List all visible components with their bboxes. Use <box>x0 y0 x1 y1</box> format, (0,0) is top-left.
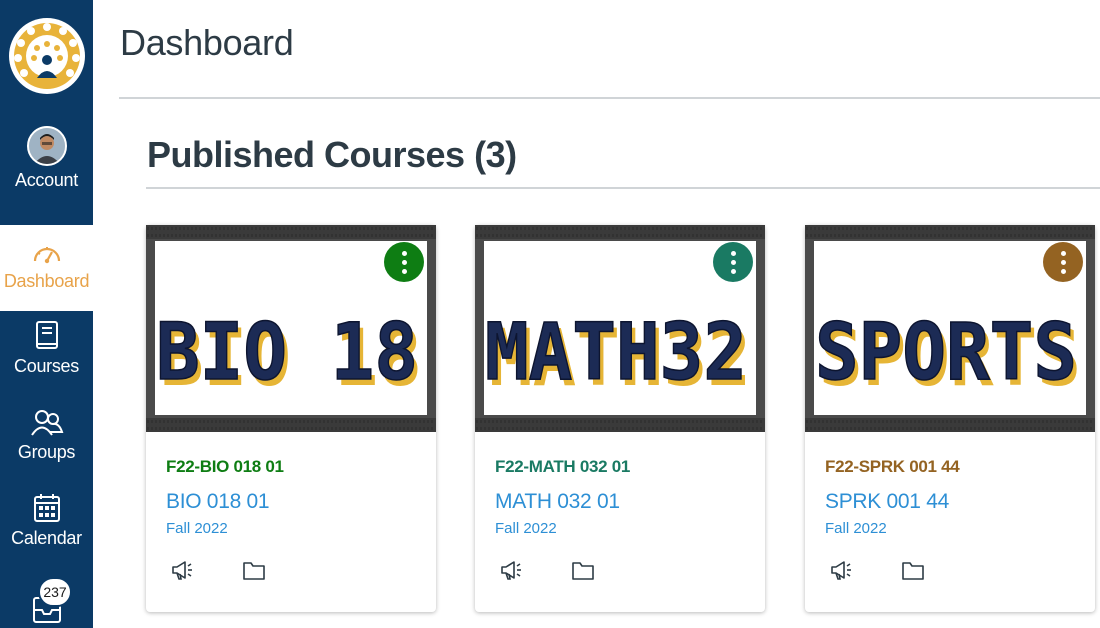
announcements-icon[interactable] <box>170 558 194 582</box>
nav-item-calendar[interactable]: Calendar <box>0 492 93 562</box>
course-card[interactable]: BIO 18 BIO 18 F22-BIO 018 01 BIO 018 01 … <box>146 225 436 612</box>
course-name-link[interactable]: MATH 032 01 <box>495 490 620 514</box>
calendar-icon <box>33 494 60 522</box>
course-name-link[interactable]: BIO 018 01 <box>166 490 270 514</box>
card-options-button[interactable] <box>713 242 753 282</box>
school-logo[interactable] <box>0 0 93 112</box>
course-term: Fall 2022 <box>495 520 557 537</box>
course-code: F22-MATH 032 01 <box>495 457 631 476</box>
card-options-button[interactable] <box>384 242 424 282</box>
section-divider <box>146 187 1100 189</box>
avatar <box>26 126 67 166</box>
files-folder-icon[interactable] <box>242 558 266 582</box>
course-card[interactable]: MATH32 MATH32 F22-MATH 032 01 MATH 032 0… <box>475 225 765 612</box>
page-title: Dashboard <box>120 22 294 63</box>
course-banner-text: MATH32 <box>485 308 747 398</box>
course-banner-text: SPORTS <box>815 308 1077 398</box>
files-folder-icon[interactable] <box>901 558 925 582</box>
header-divider <box>119 97 1100 99</box>
announcements-icon[interactable] <box>829 558 853 582</box>
inbox-count-badge: 237 <box>38 577 72 607</box>
nav-item-dashboard[interactable]: Dashboard <box>0 225 93 311</box>
nav-item-account[interactable]: Account <box>0 126 93 222</box>
section-title: Published Courses (3) <box>147 134 517 175</box>
course-term: Fall 2022 <box>825 520 887 537</box>
nav-label-dashboard: Dashboard <box>3 271 90 291</box>
course-card[interactable]: SPORTS SPORTS F22-SPRK 001 44 SPRK 001 4… <box>805 225 1095 612</box>
nav-label-calendar: Calendar <box>11 528 82 548</box>
nav-label-account: Account <box>15 170 78 190</box>
card-options-button[interactable] <box>1043 242 1083 282</box>
nav-label-courses: Courses <box>14 356 79 376</box>
announcements-icon[interactable] <box>499 558 523 582</box>
dashboard-icon <box>33 247 60 264</box>
files-folder-icon[interactable] <box>571 558 595 582</box>
course-code: F22-BIO 018 01 <box>166 457 284 476</box>
course-code: F22-SPRK 001 44 <box>825 457 960 476</box>
logo-icon <box>8 18 85 94</box>
course-term: Fall 2022 <box>166 520 228 537</box>
course-name-link[interactable]: SPRK 001 44 <box>825 490 949 514</box>
nav-item-courses[interactable]: Courses <box>0 320 93 390</box>
groups-icon <box>30 410 63 436</box>
course-banner-text: BIO 18 <box>156 308 418 398</box>
nav-label-groups: Groups <box>17 442 76 462</box>
nav-item-groups[interactable]: Groups <box>0 408 93 478</box>
global-nav: Account Dashboard Courses Groups Calenda… <box>0 0 93 628</box>
book-icon <box>35 321 58 349</box>
